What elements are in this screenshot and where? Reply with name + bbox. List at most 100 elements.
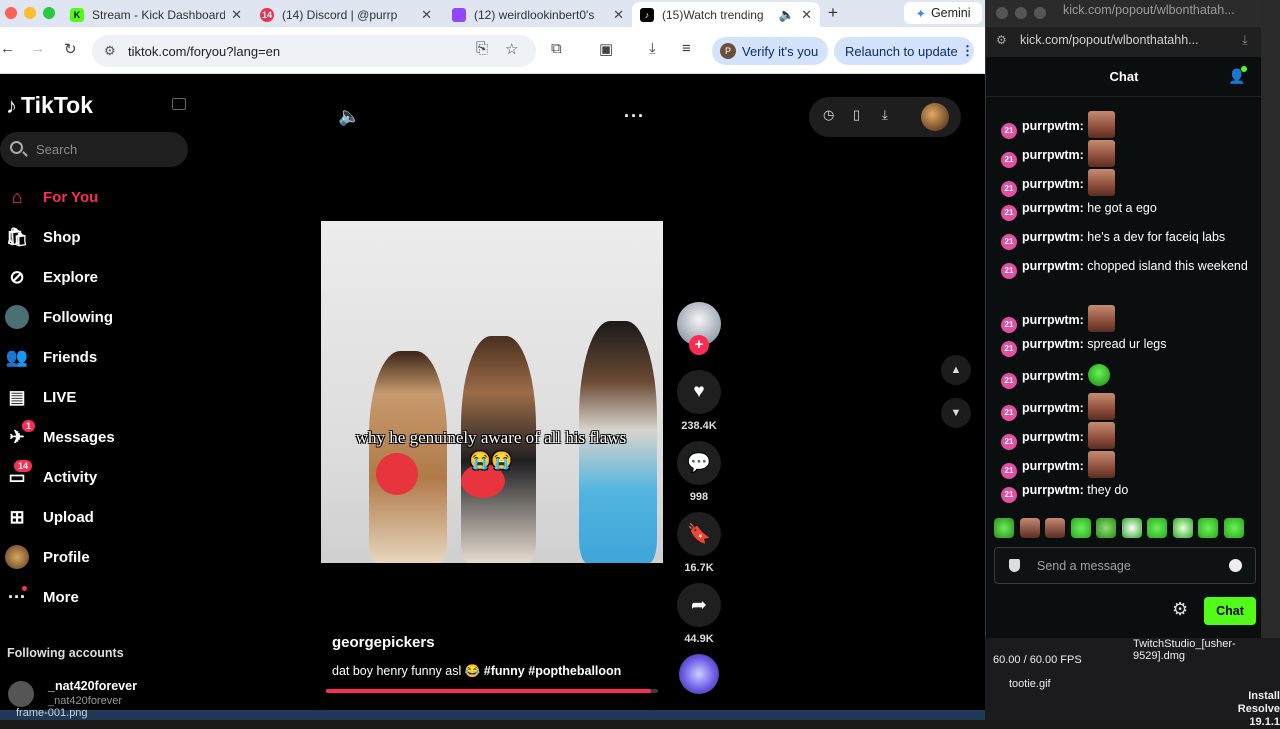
emote-shortcut-icon[interactable] — [1172, 518, 1193, 538]
share-button[interactable]: ➦ 44.9K — [677, 583, 721, 645]
desktop-area: 60.00 / 60.00 FPS tootie.gif TwitchStudi… — [985, 638, 1280, 728]
bookmark-star-icon[interactable]: ☆ — [505, 40, 518, 58]
tiktok-logo[interactable]: ♪ TikTok — [6, 92, 93, 119]
nav-for-you[interactable]: ⌂ For You — [0, 183, 190, 211]
close-tab-icon[interactable]: ✕ — [231, 7, 242, 23]
tab-discord[interactable]: 14 (14) Discord | @purrp ✕ — [252, 2, 440, 27]
download-icon[interactable]: ⤓ — [1242, 32, 1248, 48]
close-window-button[interactable] — [996, 7, 1008, 19]
media-controls-icon[interactable]: ≡ — [682, 40, 691, 57]
video-author-username[interactable]: georgepickers — [332, 634, 435, 651]
relaunch-to-update-button[interactable]: Relaunch to update ⋮ — [834, 37, 974, 65]
kebab-menu-icon[interactable]: ⋮ — [961, 43, 974, 59]
tab-twitch[interactable]: (12) weirdlookinbert0's ✕ — [444, 2, 632, 27]
hashtag-link[interactable]: #funny — [484, 664, 525, 678]
video-player[interactable]: why he genuinely aware of all his flaws … — [321, 221, 663, 563]
emoji-picker-icon[interactable] — [1229, 559, 1242, 572]
search-input[interactable]: Search — [0, 132, 188, 167]
emote-shortcut-icon[interactable] — [1121, 518, 1142, 538]
next-video-button[interactable]: ▼ — [941, 398, 971, 428]
comment-button[interactable]: 💬 998 — [677, 441, 721, 503]
close-tab-icon[interactable]: ✕ — [421, 7, 432, 23]
forward-arrow-icon[interactable]: → — [30, 40, 45, 57]
follow-plus-icon[interactable]: + — [689, 335, 709, 355]
chat-username[interactable]: purrpwtm: — [1022, 369, 1084, 383]
nav-profile[interactable]: Profile — [0, 543, 190, 571]
emote-shortcut-icon[interactable] — [1198, 518, 1218, 538]
close-tab-icon[interactable]: ✕ — [613, 7, 624, 23]
emote-shortcut-icon[interactable] — [1223, 518, 1244, 538]
chat-username[interactable]: purrpwtm: — [1022, 177, 1084, 191]
tab-tiktok[interactable]: ♪ (15)Watch trending 🔈 ✕ — [632, 2, 820, 27]
emote-shortcut-icon[interactable] — [1070, 518, 1091, 538]
music-disc-icon[interactable] — [679, 654, 719, 694]
profile-avatar[interactable] — [921, 103, 949, 131]
minimize-window-button[interactable] — [1015, 7, 1027, 19]
nav-explore[interactable]: ⊘ Explore — [0, 263, 190, 291]
send-message-input[interactable]: Send a message — [994, 547, 1256, 584]
nav-live[interactable]: ▤ LIVE — [0, 383, 190, 411]
desktop-file-label[interactable]: Install Resolve 19.1.1 — [1205, 690, 1280, 729]
nav-activity[interactable]: ▭ 14 Activity — [0, 460, 190, 491]
emote-shortcut-icon[interactable] — [1019, 518, 1040, 538]
close-window-button[interactable] — [5, 7, 17, 19]
address-bar[interactable]: ⚙ tiktok.com/foryou?lang=en — [92, 35, 536, 67]
emote-shortcut-icon[interactable] — [1147, 518, 1167, 538]
chat-username[interactable]: purrpwtm: — [1022, 201, 1084, 215]
chat-username[interactable]: purrpwtm: — [1022, 230, 1084, 244]
chat-username[interactable]: purrpwtm: — [1022, 259, 1084, 273]
verify-identity-button[interactable]: P Verify it's you — [712, 37, 829, 65]
nav-more[interactable]: ··· More — [0, 583, 190, 611]
extensions-icon[interactable]: ⧉ — [551, 40, 562, 57]
mini-player-icon[interactable]: ▯ — [853, 107, 860, 123]
nav-upload[interactable]: ⊞ Upload — [0, 503, 190, 531]
send-chat-button[interactable]: Chat — [1204, 597, 1256, 625]
nav-messages[interactable]: ✈ 1 Messages — [0, 420, 190, 451]
emote-shortcut-icon[interactable] — [1045, 518, 1065, 538]
download-icon[interactable]: ⤓ — [649, 40, 656, 57]
site-info-icon[interactable]: ⚙ — [996, 33, 1007, 47]
nav-shop[interactable]: 🛍 Shop — [0, 223, 190, 251]
emote-shortcut-icon[interactable] — [994, 518, 1014, 538]
hashtag-link[interactable]: #poptheballoon — [528, 664, 621, 678]
chat-username[interactable]: purrpwtm: — [1022, 337, 1084, 351]
more-options-icon[interactable]: ··· — [624, 106, 645, 127]
like-button[interactable]: ♥ 238.4K — [677, 370, 721, 432]
gear-icon[interactable]: ⚙ — [1172, 599, 1188, 620]
tab-audio-icon[interactable]: 🔈 — [779, 7, 795, 23]
desktop-file-label[interactable]: tootie.gif — [1009, 678, 1051, 690]
back-arrow-icon[interactable]: ← — [0, 40, 15, 57]
tiktok-wordmark: TikTok — [21, 92, 93, 118]
collapse-sidebar-icon[interactable] — [172, 98, 186, 110]
nav-following[interactable]: Following — [0, 303, 190, 331]
chat-username[interactable]: purrpwtm: — [1022, 119, 1084, 133]
install-app-icon[interactable]: ⎘ — [476, 40, 488, 57]
chat-username[interactable]: purrpwtm: — [1022, 459, 1084, 473]
desktop-file-label[interactable]: TwitchStudio_[usher-9529].dmg — [1133, 638, 1253, 662]
site-info-icon[interactable]: ⚙ — [104, 43, 116, 59]
chat-username[interactable]: purrpwtm: — [1022, 148, 1084, 162]
save-button[interactable]: 🔖 16.7K — [677, 512, 721, 574]
zoom-window-button[interactable] — [1034, 7, 1046, 19]
minimize-window-button[interactable] — [24, 7, 36, 19]
autoscroll-icon[interactable]: ◷ — [823, 107, 834, 123]
chat-username[interactable]: purrpwtm: — [1022, 430, 1084, 444]
tab-kick-dashboard[interactable]: K Stream - Kick Dashboard ✕ — [62, 2, 250, 27]
new-tab-button[interactable]: + — [828, 3, 838, 23]
reload-icon[interactable]: ↻ — [64, 40, 77, 58]
side-panel-icon[interactable]: ▣ — [599, 40, 613, 58]
desktop-file-label: frame-001.png — [16, 707, 88, 719]
zoom-window-button[interactable] — [43, 7, 55, 19]
chat-username[interactable]: purrpwtm: — [1022, 483, 1084, 497]
emote-shortcut-icon[interactable] — [1096, 518, 1116, 538]
nav-friends[interactable]: 👥 Friends — [0, 343, 190, 371]
emote-quick-row — [994, 518, 1256, 540]
download-icon[interactable]: ⤓ — [882, 107, 888, 123]
video-progress-bar[interactable] — [326, 689, 658, 693]
chat-username[interactable]: purrpwtm: — [1022, 313, 1084, 327]
gemini-button[interactable]: ✦ Gemini — [904, 2, 982, 24]
close-tab-icon[interactable]: ✕ — [801, 7, 812, 23]
chat-username[interactable]: purrpwtm: — [1022, 401, 1084, 415]
speaker-icon[interactable]: 🔈 — [338, 106, 360, 127]
previous-video-button[interactable]: ▲ — [941, 355, 971, 385]
